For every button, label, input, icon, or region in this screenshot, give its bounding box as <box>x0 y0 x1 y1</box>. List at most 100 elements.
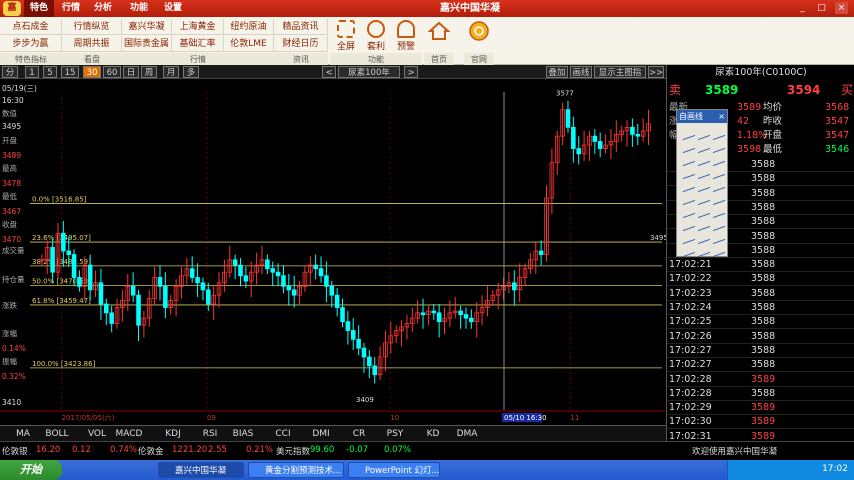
candle-body <box>538 250 544 255</box>
indicator-tab[interactable]: DMA <box>452 428 482 441</box>
draw-tool-icon[interactable] <box>698 203 710 219</box>
draw-tool-icon[interactable] <box>713 216 725 232</box>
draw-tool-icon[interactable] <box>713 203 725 219</box>
indicator-tab[interactable]: KDJ <box>158 428 188 441</box>
draw-tool-icon[interactable] <box>698 138 710 154</box>
toolbar-btn-shanghaihuangjin[interactable]: 上海黄金 <box>172 19 224 35</box>
close-button[interactable]: × <box>835 2 848 14</box>
indicator-tab[interactable]: CCI <box>268 428 298 441</box>
indicator-tab[interactable]: MA <box>8 428 38 441</box>
toolbar-btn-bubuweiying[interactable]: 步步为赢 <box>0 36 62 52</box>
draw-tool-icon[interactable] <box>713 229 725 245</box>
indicator-tab[interactable]: RSI <box>195 428 225 441</box>
draw-tool-icon[interactable] <box>698 242 710 258</box>
period-5[interactable]: 5 <box>43 66 57 78</box>
draw-tool-icon[interactable] <box>698 125 710 141</box>
draw-tool-icon[interactable] <box>683 229 695 245</box>
symbol-next-button[interactable]: > <box>404 66 418 78</box>
draw-tool-icon[interactable] <box>683 190 695 206</box>
indicator-tab[interactable]: VOL <box>82 428 112 441</box>
menu-settings[interactable]: 设置 <box>158 0 188 17</box>
period-minute[interactable]: 分 <box>2 66 18 78</box>
period-1[interactable]: 1 <box>25 66 39 78</box>
period-day[interactable]: 日 <box>123 66 139 78</box>
menu-analysis[interactable]: 分析 <box>88 0 118 17</box>
menu-quotes[interactable]: 行情 <box>56 0 86 17</box>
indicator-tab[interactable]: MACD <box>114 428 144 441</box>
toolbar-btn-hangqingzonglan[interactable]: 行情纵览 <box>62 19 122 35</box>
status-chg: 0.12 <box>72 445 91 455</box>
draw-tool-icon[interactable] <box>683 164 695 180</box>
draw-line-button[interactable]: 画线 <box>570 66 592 78</box>
candle-body <box>163 285 168 308</box>
task-app[interactable]: 嘉兴中国华凝 <box>158 462 244 478</box>
fullscreen-button[interactable]: 全屏 <box>332 18 360 52</box>
draw-tool-icon[interactable] <box>713 177 725 193</box>
indicator-tab[interactable]: CR <box>344 428 374 441</box>
draw-tool-icon[interactable] <box>698 216 710 232</box>
draw-tool-icon[interactable] <box>713 242 725 258</box>
period-month[interactable]: 月 <box>163 66 179 78</box>
toolbar-btn-jingpinzixun[interactable]: 精品资讯 <box>274 19 328 35</box>
drawing-tools-close-button[interactable]: × <box>718 110 727 123</box>
indicator-tab[interactable]: PSY <box>380 428 410 441</box>
kline-chart[interactable]: 0.0% [3516.85] 23.6% [3495.07] 38.2% [3481… <box>0 80 668 423</box>
sell-price: 3589 <box>705 83 739 97</box>
arbitrage-button[interactable]: 套利 <box>362 18 390 52</box>
tick-time: 17:02:22 <box>669 273 712 285</box>
candle-body <box>458 310 463 315</box>
toolbar-btn-jiaxinghuaning[interactable]: 嘉兴华凝 <box>122 19 172 35</box>
alert-button[interactable]: 预警 <box>392 18 420 52</box>
indicator-tab[interactable]: BOLL <box>42 428 72 441</box>
draw-tool-icon[interactable] <box>713 138 725 154</box>
period-15[interactable]: 15 <box>61 66 79 78</box>
menu-features[interactable]: 特色 <box>24 0 54 17</box>
start-button[interactable]: 开始 <box>0 460 62 480</box>
maximize-button[interactable]: □ <box>815 2 828 14</box>
task-ppt[interactable]: PowerPoint 幻灯... <box>348 462 440 478</box>
toolbar-btn-dianshichengjin[interactable]: 点石成金 <box>0 19 62 35</box>
symbol-selector[interactable]: 尿素100年 <box>338 66 400 78</box>
minimize-button[interactable]: _ <box>796 2 809 14</box>
draw-tool-icon[interactable] <box>683 242 695 258</box>
draw-tool-icon[interactable] <box>698 151 710 167</box>
period-week[interactable]: 周 <box>141 66 157 78</box>
overlay-button[interactable]: 叠加 <box>546 66 568 78</box>
draw-tool-icon[interactable] <box>713 151 725 167</box>
indicator-tab[interactable]: KD <box>418 428 448 441</box>
draw-tool-icon[interactable] <box>683 177 695 193</box>
indicator-tab[interactable]: DMI <box>306 428 336 441</box>
toolbar-btn-guojiguijinshu[interactable]: 国际贵金属 <box>122 36 172 52</box>
draw-tool-icon[interactable] <box>683 138 695 154</box>
draw-tool-icon[interactable] <box>683 151 695 167</box>
draw-tool-icon[interactable] <box>698 164 710 180</box>
toolbar-btn-jichuhuilv[interactable]: 基础汇率 <box>172 36 224 52</box>
draw-tool-icon[interactable] <box>698 229 710 245</box>
toolbar-btn-niuyueyuanyou[interactable]: 纽约原油 <box>224 19 274 35</box>
draw-tool-icon[interactable] <box>683 203 695 219</box>
period-30[interactable]: 30 <box>83 66 101 78</box>
draw-tool-icon[interactable] <box>683 125 695 141</box>
tick-row: 17:02:22 3588 <box>667 272 854 287</box>
draw-tool-icon[interactable] <box>698 177 710 193</box>
draw-tool-icon[interactable] <box>683 216 695 232</box>
show-indicator-button[interactable]: 显示主图指标 <box>594 66 646 90</box>
draw-tool-icon[interactable] <box>713 164 725 180</box>
toolbar-btn-caijingrili[interactable]: 财经日历 <box>274 36 328 52</box>
more-button[interactable]: >> <box>648 66 664 78</box>
website-button[interactable] <box>464 20 494 52</box>
draw-tool-icon[interactable] <box>713 190 725 206</box>
period-60[interactable]: 60 <box>103 66 121 78</box>
alert-label: 预警 <box>396 42 415 52</box>
home-button[interactable] <box>424 20 454 52</box>
toolbar-btn-zhouqigongzhen[interactable]: 周期共振 <box>62 36 122 52</box>
indicator-tab[interactable]: BIAS <box>228 428 258 441</box>
toolbar-btn-lundunlme[interactable]: 伦敦LME <box>224 36 274 52</box>
draw-tool-icon[interactable] <box>698 190 710 206</box>
chart-canvas[interactable]: 0.0% [3516.85]23.6% [3495.07]38.2% [3481… <box>0 80 668 423</box>
menu-functions[interactable]: 功能 <box>124 0 154 17</box>
symbol-prev-button[interactable]: < <box>322 66 336 78</box>
draw-tool-icon[interactable] <box>713 125 725 141</box>
period-multi[interactable]: 多 <box>183 66 199 78</box>
task-doc[interactable]: 黄金分割预测技术... <box>248 462 344 478</box>
